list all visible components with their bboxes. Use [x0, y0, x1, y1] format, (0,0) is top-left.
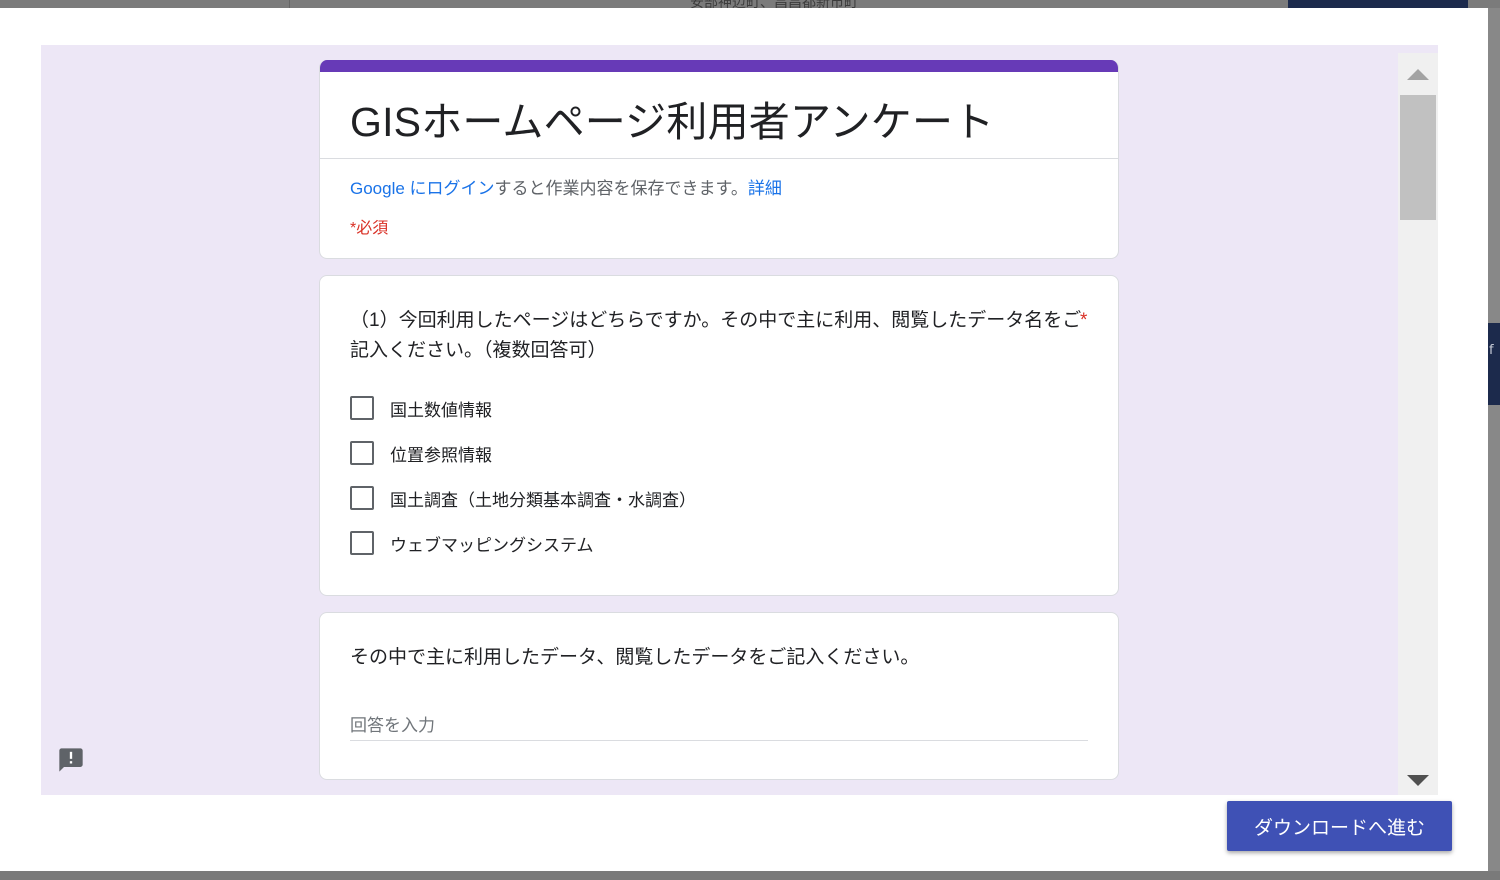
report-feedback-icon[interactable]	[57, 746, 85, 774]
option-label: 国土数値情報	[390, 400, 492, 420]
login-notice-text: すると作業内容を保存できます。	[494, 179, 748, 198]
checkbox-option[interactable]: 国土数値情報	[350, 396, 492, 420]
proceed-to-download-button[interactable]: ダウンロードへ進む	[1227, 801, 1452, 851]
option-label: 位置参照情報	[390, 445, 492, 465]
scroll-down-arrow-icon[interactable]	[1407, 775, 1429, 786]
question-1-title: （1）今回利用したページはどちらですか。その中で主に利用、閲覧したデータ名をご記…	[350, 310, 1082, 361]
background-side-text: f	[1489, 343, 1494, 358]
checkbox-option[interactable]: 位置参照情報	[350, 441, 492, 465]
option-label: ウェブマッピングシステム	[390, 535, 594, 555]
question-card-1: （1）今回利用したページはどちらですか。その中で主に利用、閲覧したデータ名をご記…	[319, 275, 1119, 596]
question-card-2: その中で主に利用したデータ、閲覧したデータをご記入ください。	[319, 612, 1119, 780]
checkbox-icon[interactable]	[350, 396, 374, 420]
embedded-form-frame[interactable]: GISホームページ利用者アンケート Google にログインすると作業内容を保存…	[41, 45, 1438, 795]
background-side-tab: f	[1488, 323, 1500, 405]
form-scrollbar[interactable]	[1398, 53, 1438, 795]
form-title: GISホームページ利用者アンケート	[350, 99, 995, 145]
google-login-link[interactable]: Google にログイン	[350, 179, 495, 198]
download-modal: GISホームページ利用者アンケート Google にログインすると作業内容を保存…	[0, 8, 1488, 871]
required-asterisk: *	[1080, 310, 1088, 331]
option-label: 国土調査（土地分類基本調査・水調査）	[390, 490, 696, 510]
checkbox-icon[interactable]	[350, 486, 374, 510]
form-header-card: GISホームページ利用者アンケート Google にログインすると作業内容を保存…	[319, 60, 1119, 259]
required-note: *必須	[350, 220, 389, 237]
form-accent-bar	[320, 60, 1118, 72]
background-nav-block	[1288, 0, 1468, 8]
checkbox-icon[interactable]	[350, 531, 374, 555]
checkbox-option[interactable]: 国土調査（土地分類基本調査・水調査）	[350, 486, 696, 510]
checkbox-option[interactable]: ウェブマッピングシステム	[350, 531, 594, 555]
scroll-up-arrow-icon[interactable]	[1407, 69, 1429, 80]
checkbox-icon[interactable]	[350, 441, 374, 465]
question-2-title: その中で主に利用したデータ、閲覧したデータをご記入ください。	[350, 647, 920, 668]
details-link[interactable]: 詳細	[748, 179, 782, 198]
background-bottom-strip	[0, 871, 1500, 880]
header-divider	[320, 158, 1118, 159]
background-divider	[289, 0, 290, 8]
login-notice: Google にログインすると作業内容を保存できます。詳細	[350, 174, 782, 199]
answer-input[interactable]	[350, 711, 1088, 741]
scroll-thumb[interactable]	[1400, 95, 1436, 220]
